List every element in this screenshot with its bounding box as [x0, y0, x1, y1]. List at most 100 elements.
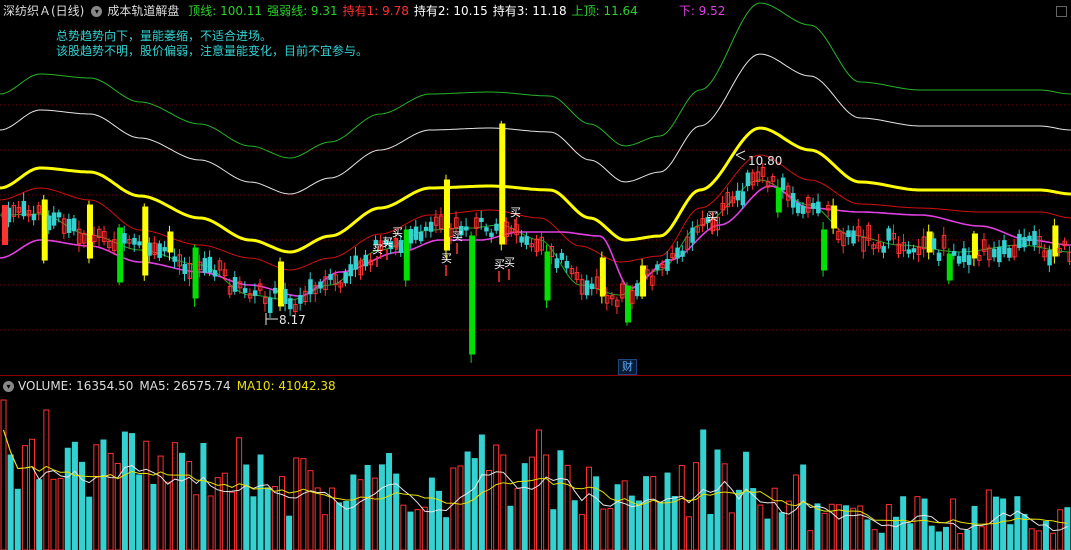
volume-bar: [1064, 507, 1071, 550]
volume-bar: [536, 429, 542, 550]
candle-body: [655, 264, 660, 270]
candle-body: [544, 251, 551, 301]
dropdown-circle-icon[interactable]: ▾: [91, 6, 103, 17]
candle-body: [926, 231, 933, 253]
candle-body: [348, 264, 353, 277]
buy-signal-label: 买: [504, 256, 515, 269]
candle-body: [1027, 235, 1032, 242]
candle-body: [428, 221, 434, 232]
volume-bar: [257, 454, 264, 550]
volume-bar: [14, 488, 21, 550]
candle-body: [132, 237, 137, 245]
volume-bar: [1000, 498, 1007, 550]
candle-body: [86, 204, 93, 259]
candle-body: [735, 190, 741, 201]
candle-body: [1052, 225, 1059, 257]
header-value-2: 持有1: 9.78: [342, 4, 409, 18]
candle-body: [906, 249, 912, 254]
candle-body: [665, 258, 670, 271]
candle-body: [308, 279, 313, 295]
candle-body: [624, 285, 631, 323]
candle-body: [951, 251, 957, 256]
volume-bar: [107, 452, 114, 550]
volume-bar: [721, 463, 728, 550]
volume-bar: [364, 464, 371, 550]
candle-body: [851, 230, 856, 244]
candle-body: [464, 226, 469, 231]
candle-body: [408, 229, 414, 244]
volume-bar: [114, 462, 121, 550]
finance-badge[interactable]: 财: [618, 359, 637, 375]
analysis-notes: 总势趋势向下，量能萎缩，不适合进场。 该股趋势不明，股价偏弱，注意量能变化，目前…: [56, 29, 368, 59]
volume-bar: [407, 511, 414, 550]
candle-body: [403, 229, 410, 281]
candle-body: [418, 231, 424, 242]
volume-chart-svg[interactable]: [0, 377, 1071, 550]
note-line-2: 该股趋势不明，股价偏弱，注意量能变化，目前不宜参与。: [56, 44, 369, 58]
volume-bar: [129, 433, 136, 550]
candle-body: [162, 247, 167, 252]
high-pointer: [735, 150, 746, 161]
buy-signal-label: 买: [392, 226, 403, 239]
volume-bar: [600, 508, 607, 550]
volume-bar: [464, 451, 471, 550]
candle-body: [524, 236, 529, 245]
volume-bar: [450, 467, 457, 550]
volume-bar: [521, 463, 528, 550]
candle-body: [635, 283, 640, 297]
volume-bar: [628, 495, 635, 550]
volume-bar: [514, 487, 521, 550]
volume-bar: [300, 458, 307, 550]
volume-bar: [564, 464, 571, 550]
candle-body: [182, 264, 188, 275]
volume-bar: [843, 505, 850, 550]
indicator-name[interactable]: 成本轨道解盘: [107, 4, 179, 18]
volume-bar: [978, 526, 985, 550]
volume-bar: [1028, 528, 1035, 550]
volume-bar: [93, 444, 100, 550]
candle-body: [2, 205, 8, 245]
volume-value-1: MA5: 26575.74: [139, 379, 231, 393]
candle-body: [242, 288, 248, 293]
volume-dropdown-circle-icon[interactable]: ▾: [3, 381, 14, 392]
volume-bar: [914, 496, 921, 550]
price-chart-panel[interactable]: 深纺织Ａ(日线) ▾ 成本轨道解盘 顶线: 100.11 强弱线: 9.31 持有1: …: [0, 0, 1071, 376]
candle-body: [911, 248, 917, 253]
candle-body: [554, 258, 560, 269]
candle-body: [997, 246, 1002, 263]
volume-bar: [271, 486, 278, 550]
volume-bar: [193, 494, 200, 550]
candle-body: [780, 177, 786, 191]
volume-bar: [507, 505, 514, 550]
candle-body: [775, 187, 782, 213]
candle-body: [288, 298, 293, 310]
candle-body: [252, 290, 258, 296]
volume-bar: [671, 496, 678, 550]
close-square-icon[interactable]: [1056, 6, 1067, 17]
top-band-white: [0, 53, 1071, 195]
volume-bar: [29, 438, 36, 550]
volume-bar: [0, 399, 7, 550]
header-value-1: 强弱线: 9.31: [267, 4, 338, 18]
candle-body: [936, 252, 942, 261]
volume-bar: [814, 503, 821, 550]
volume-bar: [43, 409, 50, 550]
volume-panel[interactable]: ▾ VOLUME: 16354.50 MA5: 26575.74 MA10: 4104…: [0, 377, 1071, 550]
candle-body: [31, 214, 37, 221]
volume-bar: [7, 454, 14, 550]
candle-body: [992, 248, 997, 258]
volume-bar: [421, 506, 428, 550]
volume-bar: [807, 530, 814, 550]
volume-bar: [457, 465, 464, 550]
volume-bar: [428, 477, 435, 550]
candle-body: [1032, 231, 1037, 246]
volume-bar: [550, 509, 557, 550]
candle-body: [599, 257, 606, 297]
volume-bar: [243, 464, 250, 550]
volume-bar: [664, 472, 671, 550]
volume-bar: [350, 474, 357, 550]
candle-body: [41, 199, 48, 261]
stock-name[interactable]: 深纺织Ａ(日线): [3, 4, 84, 18]
candle-body: [353, 255, 358, 270]
volume-bar: [357, 479, 364, 550]
